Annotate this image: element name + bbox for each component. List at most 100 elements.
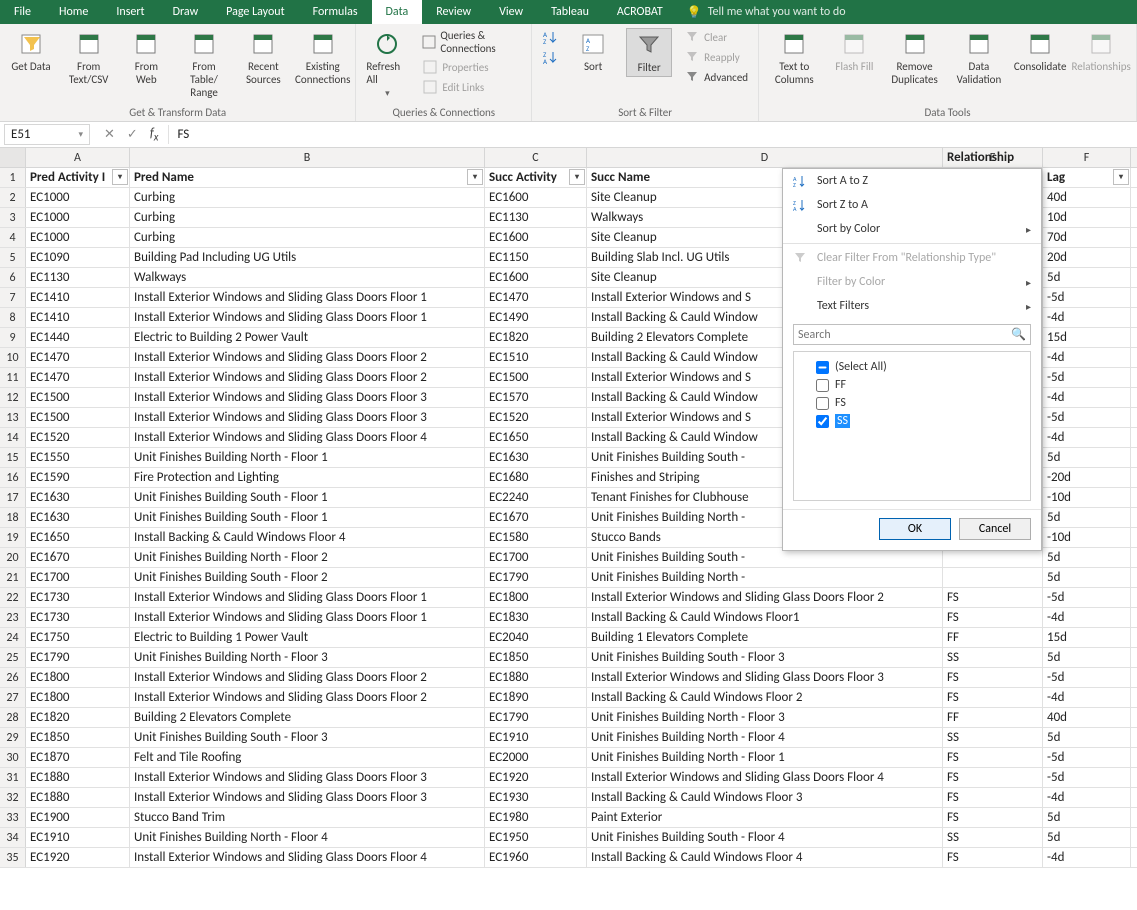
text-to-columnsbutton[interactable]: Text to Columns [767,28,821,88]
cell[interactable]: EC1600 [485,188,587,207]
row-header[interactable]: 14 [0,428,26,447]
cell[interactable]: EC1630 [26,508,130,527]
cell[interactable]: Unit Finishes Building South - Floor 1 [130,508,485,527]
col-header[interactable]: F [1043,148,1131,167]
tab-data[interactable]: Data [372,0,423,24]
cell[interactable]: -4d [1043,308,1131,327]
cell[interactable]: 5d [1043,448,1131,467]
cell[interactable]: EC1590 [26,468,130,487]
cell[interactable]: 5d [1043,268,1131,287]
enter-icon[interactable]: ✓ [127,127,138,142]
row-header[interactable]: 15 [0,448,26,467]
cell[interactable]: 5d [1043,828,1131,847]
cell[interactable]: -4d [1043,388,1131,407]
row-header[interactable]: 26 [0,668,26,687]
row-header[interactable]: 16 [0,468,26,487]
cell[interactable]: FF [943,628,1043,647]
hdr-succ-activity[interactable]: Succ Activity▾ [485,168,587,187]
cell[interactable]: EC2240 [485,488,587,507]
col-header[interactable]: B [130,148,485,167]
cell[interactable]: Electric to Building 2 Power Vault [130,328,485,347]
cell[interactable]: -5d [1043,588,1131,607]
tab-file[interactable]: File [0,0,45,24]
cell[interactable]: EC1510 [485,348,587,367]
cell[interactable]: Install Backing & Cauld Windows Floor 4 [130,528,485,547]
cell[interactable]: EC1880 [26,788,130,807]
cell[interactable]: EC1000 [26,188,130,207]
cell[interactable]: 40d [1043,708,1131,727]
cell[interactable]: -5d [1043,748,1131,767]
cell[interactable]: FF [943,708,1043,727]
from-text-csvbutton[interactable]: From Text/CSV [64,28,113,88]
cell[interactable]: EC1630 [485,448,587,467]
filter-dropdown-icon[interactable]: ▾ [1113,169,1129,185]
filter-checklist[interactable]: (Select All)FFFSSS [793,351,1031,501]
cell[interactable]: Building Pad Including UG Utils [130,248,485,267]
cell[interactable]: EC2000 [485,748,587,767]
filter-checkbox[interactable] [816,379,829,392]
cell[interactable]: -4d [1043,348,1131,367]
cell[interactable]: Install Exterior Windows and Sliding Gla… [130,348,485,367]
row-header[interactable]: 7 [0,288,26,307]
filter-button[interactable]: Filter [626,28,672,77]
cell[interactable]: EC1850 [485,648,587,667]
filter-checkbox[interactable] [816,397,829,410]
cell[interactable]: Install Backing & Cauld Windows Floor 4 [587,848,943,867]
cell[interactable]: EC1000 [26,228,130,247]
cell[interactable]: -5d [1043,408,1131,427]
cell[interactable]: EC1730 [26,588,130,607]
cell[interactable]: -4d [1043,428,1131,447]
col-header[interactable]: D [587,148,943,167]
cell[interactable]: FS [943,588,1043,607]
cell[interactable]: EC1650 [26,528,130,547]
filter-checkbox[interactable] [816,361,829,374]
cell[interactable]: -5d [1043,668,1131,687]
cell[interactable]: Install Exterior Windows and Sliding Gla… [130,848,485,867]
cell[interactable]: Building 2 Elevators Complete [130,708,485,727]
filter-search[interactable]: 🔍 [793,324,1031,345]
cell[interactable]: FS [943,748,1043,767]
filter-search-input[interactable] [798,328,1011,342]
cell[interactable]: EC1800 [26,668,130,687]
cell[interactable]: EC1800 [26,688,130,707]
cell[interactable]: SS [943,728,1043,747]
cell[interactable]: EC1500 [485,368,587,387]
cell[interactable]: FS [943,848,1043,867]
cell[interactable]: EC1670 [26,548,130,567]
cell[interactable]: EC1670 [485,508,587,527]
select-all-corner[interactable] [0,148,26,167]
cell[interactable]: EC1700 [485,548,587,567]
filter-dropdown-icon[interactable]: ▾ [112,169,128,185]
cell[interactable] [943,568,1043,587]
cell[interactable]: EC1920 [26,848,130,867]
cell[interactable]: Install Exterior Windows and Sliding Gla… [130,788,485,807]
cell[interactable]: Unit Finishes Building North - Floor 1 [130,448,485,467]
row-header[interactable]: 3 [0,208,26,227]
sort-by-color-item[interactable]: Sort by Color▸ [783,217,1041,241]
cell[interactable]: EC1960 [485,848,587,867]
cell[interactable]: EC1880 [485,668,587,687]
row-header[interactable]: 6 [0,268,26,287]
cell[interactable]: EC1910 [485,728,587,747]
row-header[interactable]: 13 [0,408,26,427]
row-header[interactable]: 19 [0,528,26,547]
row-header[interactable]: 20 [0,548,26,567]
cell[interactable]: EC1730 [26,608,130,627]
cell[interactable]: EC1950 [485,828,587,847]
cell[interactable]: EC1150 [485,248,587,267]
queries-connectionsbutton[interactable]: Queries & Connections [420,28,523,56]
cell[interactable]: 70d [1043,228,1131,247]
cell[interactable]: EC1790 [26,648,130,667]
cell[interactable]: Unit Finishes Building North - Floor 2 [130,548,485,567]
sort-az-button[interactable]: AZ [540,28,560,46]
tab-insert[interactable]: Insert [102,0,158,24]
cell[interactable]: FS [943,668,1043,687]
cell[interactable]: Unit Finishes Building North - Floor 4 [587,728,943,747]
cell[interactable]: -4d [1043,608,1131,627]
from-webbutton[interactable]: From Web [123,28,169,88]
cell[interactable]: SS [943,828,1043,847]
cell[interactable]: EC2040 [485,628,587,647]
row-header[interactable]: 18 [0,508,26,527]
hdr-pred-activity[interactable]: Pred Activity I▾ [26,168,130,187]
from-table-rangebutton[interactable]: From Table/ Range [179,28,228,101]
